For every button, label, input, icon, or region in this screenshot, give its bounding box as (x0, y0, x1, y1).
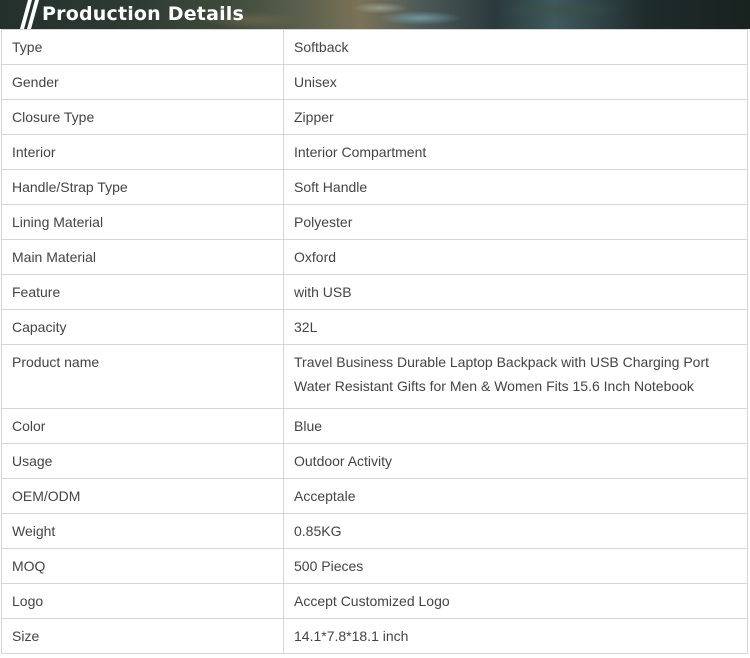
double-slash-icon (20, 0, 39, 29)
spec-label: Color (1, 408, 284, 444)
table-row: Interior Interior Compartment (1, 134, 748, 170)
table-row: Gender Unisex (1, 64, 748, 100)
spec-value: Outdoor Activity (283, 443, 748, 479)
spec-value: Acceptale (283, 478, 748, 514)
table-row: Main Material Oxford (1, 239, 748, 275)
table-row: Size 14.1*7.8*18.1 inch (1, 618, 748, 654)
table-row: Usage Outdoor Activity (1, 443, 748, 479)
spec-label: Lining Material (1, 204, 284, 240)
spec-label: Logo (1, 583, 284, 619)
spec-label: Handle/Strap Type (1, 169, 284, 205)
spec-value: Blue (283, 408, 748, 444)
spec-value: Oxford (283, 239, 748, 275)
table-row: OEM/ODM Acceptale (1, 478, 748, 514)
spec-label: OEM/ODM (1, 478, 284, 514)
spec-value: Accept Customized Logo (283, 583, 748, 619)
spec-label: Interior (1, 134, 284, 170)
spec-value: with USB (283, 274, 748, 310)
spec-value: Unisex (283, 64, 748, 100)
spec-value: 14.1*7.8*18.1 inch (283, 618, 748, 654)
table-row: Closure Type Zipper (1, 99, 748, 135)
spec-label: MOQ (1, 548, 284, 584)
spec-label: Size (1, 618, 284, 654)
table-row: Feature with USB (1, 274, 748, 310)
spec-value: Travel Business Durable Laptop Backpack … (283, 344, 748, 409)
spec-label: Type (1, 29, 284, 65)
spec-label: Main Material (1, 239, 284, 275)
product-specs-table: Type Softback Gender Unisex Closure Type… (1, 29, 748, 654)
table-row: Capacity 32L (1, 309, 748, 345)
spec-value: 0.85KG (283, 513, 748, 549)
spec-label: Product name (1, 344, 284, 409)
table-row: Handle/Strap Type Soft Handle (1, 169, 748, 205)
spec-value: Interior Compartment (283, 134, 748, 170)
section-title: Production Details (42, 3, 245, 25)
spec-label: Weight (1, 513, 284, 549)
section-header-banner: Production Details (0, 0, 750, 29)
spec-value: 500 Pieces (283, 548, 748, 584)
table-row: Type Softback (1, 29, 748, 65)
table-row: Weight 0.85KG (1, 513, 748, 549)
table-row: Lining Material Polyester (1, 204, 748, 240)
table-row: Product name Travel Business Durable Lap… (1, 344, 748, 409)
spec-label: Gender (1, 64, 284, 100)
spec-label: Feature (1, 274, 284, 310)
spec-value: 32L (283, 309, 748, 345)
spec-value: Softback (283, 29, 748, 65)
spec-label: Closure Type (1, 99, 284, 135)
spec-value: Zipper (283, 99, 748, 135)
table-row: Color Blue (1, 408, 748, 444)
spec-label: Usage (1, 443, 284, 479)
table-row: Logo Accept Customized Logo (1, 583, 748, 619)
spec-value: Polyester (283, 204, 748, 240)
spec-label: Capacity (1, 309, 284, 345)
spec-value: Soft Handle (283, 169, 748, 205)
table-row: MOQ 500 Pieces (1, 548, 748, 584)
